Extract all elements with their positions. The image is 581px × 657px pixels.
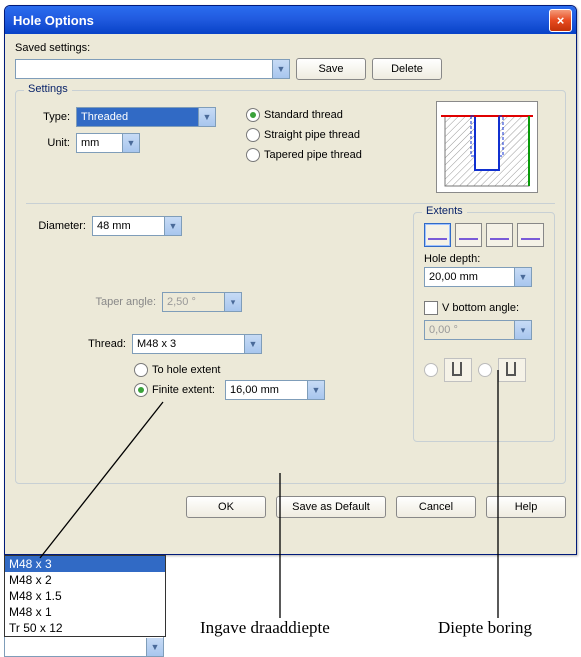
taper-angle-combo: 2,50 ° ▾	[162, 292, 242, 312]
cancel-button[interactable]: Cancel	[396, 496, 476, 518]
v-bottom-checkbox[interactable]: V bottom angle:	[424, 301, 519, 315]
list-item[interactable]: M48 x 1.5	[5, 588, 165, 604]
annotation-diepteboring: Diepte boring	[438, 618, 532, 638]
ok-button[interactable]: OK	[186, 496, 266, 518]
thread-options-combo-arrow[interactable]: ▼	[4, 637, 164, 657]
window-title: Hole Options	[13, 13, 94, 28]
extent-mode-4[interactable]	[517, 223, 544, 247]
chevron-down-icon: ▾	[224, 293, 241, 311]
thread-combo[interactable]: M48 x 3 ▼	[132, 334, 262, 354]
direction-radio-1	[424, 363, 438, 377]
help-button[interactable]: Help	[486, 496, 566, 518]
type-combo[interactable]: Threaded ▼	[76, 107, 216, 127]
chevron-down-icon: ▾	[514, 321, 531, 339]
direction-icon-1	[444, 358, 472, 382]
chevron-down-icon: ▼	[198, 108, 215, 126]
chevron-down-icon: ▼	[272, 60, 289, 78]
direction-radio-2	[478, 363, 492, 377]
radio-to-hole-extent[interactable]: To hole extent	[134, 363, 221, 377]
list-item[interactable]: M48 x 3	[5, 556, 165, 572]
close-icon: ×	[557, 14, 565, 27]
type-label: Type:	[26, 111, 70, 123]
direction-icon-2	[498, 358, 526, 382]
thread-label: Thread:	[26, 338, 126, 350]
thread-options-list[interactable]: M48 x 3 M48 x 2 M48 x 1.5 M48 x 1 Tr 50 …	[4, 555, 166, 637]
chevron-down-icon: ▼	[244, 335, 261, 353]
radio-tapered-pipe-thread[interactable]: Tapered pipe thread	[246, 148, 362, 162]
v-bottom-combo: 0,00 ° ▾	[424, 320, 532, 340]
chevron-down-icon: ▼	[164, 217, 181, 235]
title-bar: Hole Options ×	[5, 6, 576, 34]
hole-depth-combo[interactable]: 20,00 mm ▼	[424, 267, 532, 287]
hole-preview	[436, 101, 538, 193]
chevron-down-icon: ▼	[146, 638, 163, 656]
diameter-combo[interactable]: 48 mm ▼	[92, 216, 182, 236]
chevron-down-icon: ▼	[122, 134, 139, 152]
chevron-down-icon: ▼	[307, 381, 324, 399]
diameter-label: Diameter:	[26, 220, 86, 232]
saved-settings-label: Saved settings:	[15, 42, 566, 54]
extent-mode-3[interactable]	[486, 223, 513, 247]
close-button[interactable]: ×	[549, 9, 572, 32]
extent-mode-1[interactable]	[424, 223, 451, 247]
saved-settings-combo[interactable]: ▼	[15, 59, 290, 79]
chevron-down-icon: ▼	[514, 268, 531, 286]
list-item[interactable]: M48 x 1	[5, 604, 165, 620]
radio-standard-thread[interactable]: Standard thread	[246, 108, 343, 122]
unit-label: Unit:	[26, 137, 70, 149]
list-item[interactable]: Tr 50 x 12	[5, 620, 165, 636]
taper-angle-label: Taper angle:	[26, 296, 156, 308]
extent-mode-2[interactable]	[455, 223, 482, 247]
save-as-default-button[interactable]: Save as Default	[276, 496, 386, 518]
unit-combo[interactable]: mm ▼	[76, 133, 140, 153]
annotation-draaddiepte: Ingave draaddiepte	[200, 618, 330, 638]
delete-button[interactable]: Delete	[372, 58, 442, 80]
settings-legend: Settings	[24, 83, 72, 95]
radio-finite-extent[interactable]: Finite extent:	[134, 383, 215, 397]
hole-depth-label: Hole depth:	[424, 253, 544, 265]
radio-straight-pipe-thread[interactable]: Straight pipe thread	[246, 128, 360, 142]
save-button[interactable]: Save	[296, 58, 366, 80]
finite-extent-combo[interactable]: 16,00 mm ▼	[225, 380, 325, 400]
list-item[interactable]: M48 x 2	[5, 572, 165, 588]
extents-legend: Extents	[422, 205, 467, 217]
